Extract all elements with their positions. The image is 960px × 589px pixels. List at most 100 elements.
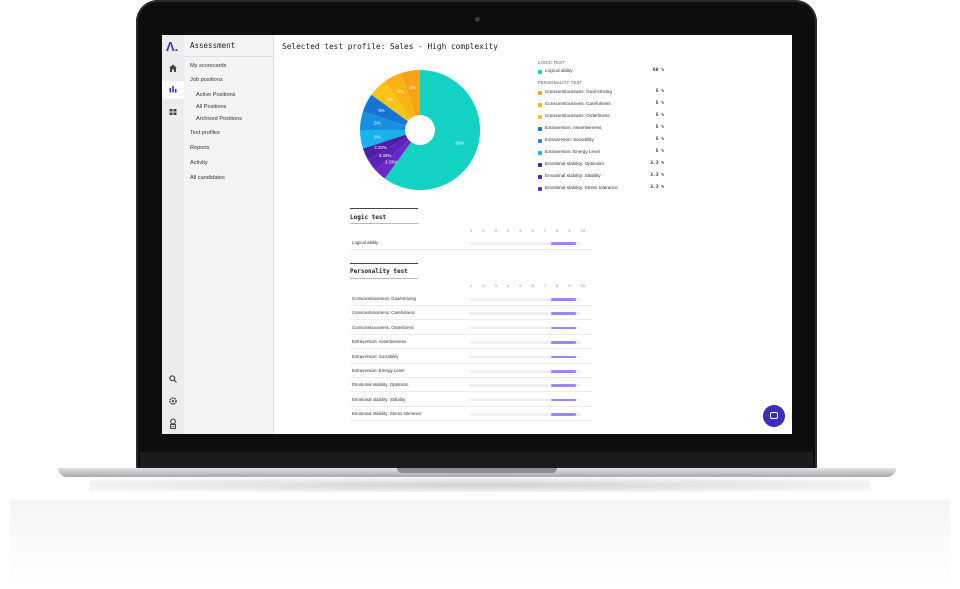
- score-row-label: Logical ability: [352, 240, 379, 245]
- legend-swatch: [538, 69, 542, 74]
- scale-tick-label: 9: [568, 283, 571, 288]
- logic-scale: 1 2 3 4 5 6 7 8 9 10: [470, 228, 590, 234]
- legend-label: Logical ability: [545, 68, 573, 73]
- legend-swatch: [538, 186, 542, 191]
- legend-swatch: [538, 102, 542, 107]
- grid-icon[interactable]: [167, 107, 179, 119]
- score-range-bar: [551, 312, 576, 315]
- score-row-label: Emotional stability: Stress tolerance: [352, 411, 422, 417]
- score-row: Emotional stability: Optimism: [350, 378, 592, 393]
- score-range-bar: [551, 398, 576, 402]
- scale-tick-label: 4: [506, 228, 510, 233]
- pie-chart: 60% 3.33% 3.33% 3.33% 5% 5% 5% 5% 5% 5%: [360, 70, 480, 190]
- score-range-bar: [551, 355, 576, 359]
- score-range-bar: [551, 298, 576, 301]
- laptop-shadow: [90, 478, 870, 492]
- legend-value: 3.3 %: [650, 161, 664, 166]
- personality-section-rule: [350, 263, 418, 264]
- user-badge-icon[interactable]: [167, 418, 179, 430]
- pie-slice-label: 5%: [410, 85, 416, 90]
- legend-personality-header: PERSONALITY TEST: [538, 80, 583, 85]
- score-row: Extraversion: Energy Level: [350, 364, 592, 378]
- legend-value: 5 %: [655, 137, 664, 142]
- sidebar-item-all-positions[interactable]: All Positions: [196, 104, 226, 110]
- score-row: Emotional stability: Stability: [350, 393, 592, 407]
- legend-value: 3.3 %: [650, 173, 664, 178]
- legend-label: Conscientiousness: Carefulness: [545, 101, 611, 106]
- sidebar-item-archived-positions[interactable]: Archived Positions: [196, 116, 242, 122]
- legend-swatch: [538, 114, 542, 119]
- score-row: Logical ability: [350, 236, 592, 250]
- legend-swatch: [538, 174, 542, 179]
- scale-tick-label: 3: [494, 283, 497, 288]
- legend-item: Emotional stability: Optimism 3.3 %: [538, 161, 664, 169]
- legend-item: Conscientiousness: Carefulness 5 %: [538, 101, 664, 109]
- laptop-notch: [397, 468, 557, 473]
- personality-section-underline: [350, 278, 418, 279]
- scale-tick-label: 3: [494, 228, 497, 233]
- score-range-bar: [551, 341, 576, 344]
- gear-icon[interactable]: [167, 396, 179, 408]
- sidebar: Assessment My scorecards Job positions A…: [184, 35, 274, 434]
- legend-label: Emotional stability: Stress tolerance: [545, 185, 618, 190]
- scale-tick-label: 1: [470, 283, 473, 288]
- legend-item: Conscientiousness: Goal-striving 5 %: [538, 89, 664, 97]
- scale-tick-label: 10: [580, 283, 586, 288]
- sidebar-item-my-scorecards[interactable]: My scorecards: [190, 63, 226, 69]
- icon-rail: Λ.: [162, 35, 184, 434]
- sidebar-item-activity[interactable]: Activity: [190, 160, 208, 166]
- personality-section-title: Personality test: [350, 268, 408, 275]
- score-row-label: Extraversion: Energy Level: [352, 368, 405, 373]
- sidebar-item-reports[interactable]: Reports: [190, 145, 210, 151]
- legend-value: 5 %: [655, 113, 664, 118]
- score-row-label: Conscientiousness: Orderliness: [352, 324, 414, 330]
- legend-label: Extraversion: Assertiveness: [545, 125, 602, 130]
- legend-item: Emotional stability: Stability 3.3 %: [538, 173, 664, 181]
- logic-section-underline: [350, 223, 418, 224]
- pie-slice-label: 3.33%: [385, 160, 398, 165]
- logic-section-rule: [350, 208, 418, 209]
- brand-logo[interactable]: Λ.: [166, 39, 178, 54]
- pie-slice-label: 3.33%: [379, 153, 392, 158]
- legend-value: 60 %: [652, 68, 664, 73]
- laptop-mockup: Λ. Assessment My scorecards Job position…: [0, 0, 960, 589]
- legend-item: Logical ability 60 %: [538, 68, 664, 76]
- home-icon[interactable]: [167, 63, 179, 75]
- sidebar-item-job-positions[interactable]: Job positions: [190, 77, 223, 83]
- legend-value: 5 %: [655, 125, 664, 130]
- legend-item: Extraversion: Assertiveness 5 %: [538, 125, 664, 133]
- chat-icon: [770, 412, 778, 419]
- scale-tick-label: 8: [556, 228, 559, 233]
- legend-swatch: [538, 126, 542, 131]
- pie-center-hole: [405, 115, 435, 145]
- score-row-label: Extraversion: Assertiveness: [352, 339, 406, 345]
- pie-slice-label: 5%: [397, 89, 403, 94]
- search-icon[interactable]: [167, 374, 179, 386]
- score-range-bar: [551, 413, 576, 416]
- legend-item: Emotional stability: Stress tolerance 3.3…: [538, 185, 664, 193]
- score-range-bar: [551, 370, 576, 373]
- legend-item: Extraversion: Sociability 5 %: [538, 137, 664, 145]
- legend-label: Conscientiousness: Goal-striving: [545, 89, 612, 94]
- app-screen: Λ. Assessment My scorecards Job position…: [162, 35, 792, 434]
- legend-value: 5 %: [655, 149, 664, 154]
- floor-reflection: [10, 500, 950, 589]
- app-title: Assessment: [190, 41, 236, 50]
- sidebar-item-test-profiles[interactable]: Test profiles: [190, 130, 220, 136]
- page-title: Selected test profile: Sales - High comp…: [282, 42, 498, 51]
- legend-label: Extraversion: Energy Level: [545, 149, 600, 154]
- legend-swatch: [538, 150, 542, 155]
- sidebar-item-all-candidates[interactable]: All candidates: [190, 175, 225, 181]
- sidebar-item-active-positions[interactable]: Active Positions: [196, 92, 235, 98]
- scale-tick-label: 2: [482, 283, 485, 288]
- chat-button[interactable]: [763, 405, 785, 427]
- legend-logic-header: LOGIC TEST: [538, 60, 565, 65]
- score-row: Extraversion: Assertiveness: [350, 335, 592, 350]
- legend-swatch: [538, 162, 542, 167]
- legend-item: Conscientiousness: Orderliness 5 %: [538, 113, 664, 121]
- scale-tick-label: 10: [580, 228, 586, 233]
- legend-label: Emotional stability: Optimism: [545, 161, 604, 166]
- bar-chart-icon[interactable]: [167, 84, 179, 96]
- pie-slice-label: 5%: [374, 121, 380, 126]
- pie-slice-label: 60%: [456, 140, 465, 145]
